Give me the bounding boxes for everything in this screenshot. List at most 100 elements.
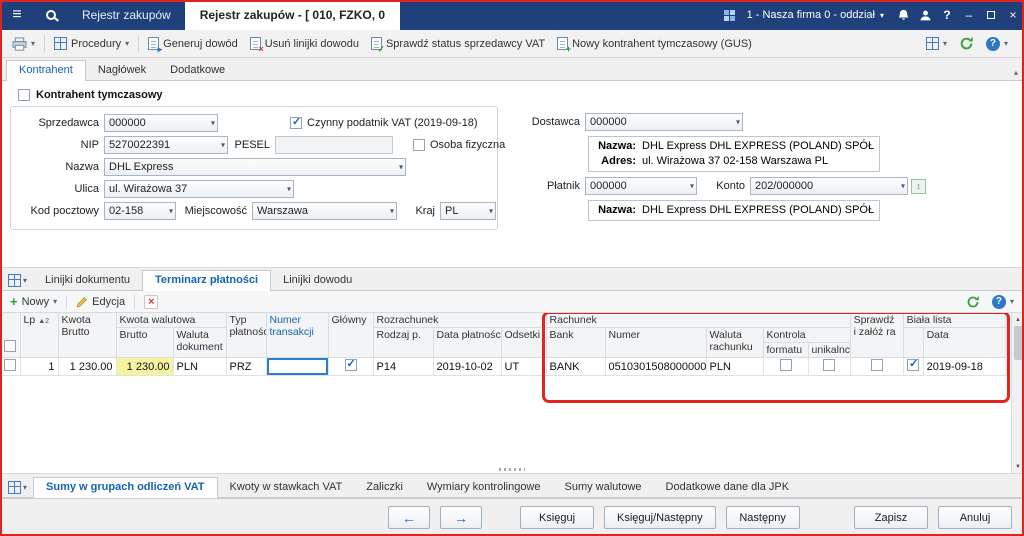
scroll-down-button[interactable]: ▼ [1012,460,1024,473]
row-checkbox[interactable] [3,359,16,371]
col-select-all[interactable] [0,313,21,358]
cell-glowny[interactable] [328,357,374,376]
titlebar-nav-tab[interactable]: Rejestr zakupów [68,0,185,30]
tab-sumy-walutowe[interactable]: Sumy walutowe [553,478,654,497]
delete-row-button[interactable]: × [138,293,164,311]
anuluj-button[interactable]: Anuluj [938,506,1012,529]
user-button[interactable] [914,9,936,22]
scroll-up-button[interactable]: ▲ [1012,313,1024,326]
chevron-down-icon[interactable]: ▾ [23,276,27,285]
ksieguj-button[interactable]: Księguj [520,506,594,529]
col-data-platnosci[interactable]: Data płatności [433,327,502,358]
refresh-grid-icon[interactable] [966,295,980,309]
zapisz-button[interactable]: Zapisz [854,506,928,529]
previous-record-button[interactable]: ← [388,506,430,529]
procedures-button[interactable]: Procedury ▾ [48,34,135,53]
col-kw-brutto[interactable]: Brutto [116,327,174,358]
tab-linijki-dowodu[interactable]: Linijki dowodu [271,271,364,290]
supplier-select[interactable]: 000000 ▾ [585,113,743,131]
ksieguj-nastepny-button[interactable]: Księguj/Następny [604,506,716,529]
search-button[interactable] [34,0,68,30]
cell-kw-brutto[interactable]: 1 230.00 [116,357,174,376]
tab-dodatkowe[interactable]: Dodatkowe [158,61,237,80]
vertical-scrollbar[interactable]: ▲ ▼ [1011,313,1024,473]
tab-wymiary-kontrolingowe[interactable]: Wymiary kontrolingowe [415,478,553,497]
colgroup-rachunek[interactable]: Rachunek [546,313,851,328]
col-typ-platnosci[interactable]: Typpłatności [226,313,267,358]
col-kwota-brutto[interactable]: Kwota Brutto [58,313,117,358]
sprawdz-zaloz-checkbox[interactable] [870,359,883,371]
country-select[interactable]: PL ▾ [440,202,496,220]
print-button[interactable]: ▾ [6,34,41,54]
col-lp[interactable]: Lp ▲2 [20,313,59,358]
edit-row-button[interactable]: Edycja [70,294,131,310]
tab-kwoty-stawki-vat[interactable]: Kwoty w stawkach VAT [218,478,355,497]
cell-data-platnosci[interactable]: 2019-10-02 [433,357,502,376]
col-odsetki[interactable]: Odsetki [501,327,547,358]
biala-lista-checkbox[interactable] [907,358,920,371]
table-row[interactable]: 1 1 230.00 1 230.00 PLN PRZ P14 2019-10-… [0,357,1007,376]
nip-select[interactable]: 5270022391 ▾ [104,136,228,154]
select-all-checkbox[interactable] [3,340,16,352]
next-record-button[interactable]: → [440,506,482,529]
col-rodzaj-p[interactable]: Rodzaj p. [373,327,434,358]
delete-proof-lines-button[interactable]: × Usuń linijki dowodu [244,34,365,54]
tab-naglowek[interactable]: Nagłówek [86,61,158,80]
colgroup-rozrachunek[interactable]: Rozrachunek [373,313,547,328]
maximize-button[interactable] [980,11,1002,19]
tab-kontrahent[interactable]: Kontrahent [6,60,86,81]
check-vat-status-button[interactable]: ✓ Sprawdź status sprzedawcy VAT [365,34,551,54]
name-select[interactable]: DHL Express ▾ [104,158,406,176]
help-grid-button[interactable]: ? ▾ [986,293,1020,311]
street-select[interactable]: ul. Wirażowa 37 ▾ [104,180,294,198]
glowny-checkbox[interactable] [344,358,357,371]
natural-person-checkbox[interactable] [413,139,425,151]
tab-sumy-grupy-vat[interactable]: Sumy w grupach odliczeń VAT [33,477,218,498]
collapse-ribbon-button[interactable]: ▴ [1014,68,1018,77]
splitter-handle[interactable] [499,468,525,471]
col-biala-lista-check[interactable] [903,327,924,358]
help-menu-button[interactable]: ? ▾ [980,34,1014,54]
kontrola-unikalnosci-checkbox[interactable] [823,359,836,371]
new-row-button[interactable]: + Nowy ▾ [4,293,63,310]
city-select[interactable]: Warszawa ▾ [252,202,397,220]
col-glowny[interactable]: Główny [328,313,374,358]
col-waluta-dokumentu[interactable]: Waluta dokument [173,327,227,358]
account-lookup-icon[interactable]: ↕ [911,178,926,194]
cell-kontrola-unikalnosci[interactable] [808,357,851,376]
cell-rodzaj-p[interactable]: P14 [373,357,434,376]
chevron-down-icon[interactable]: ▾ [23,483,27,492]
colgroup-kontrola[interactable]: Kontrola [763,327,851,343]
nastepny-button[interactable]: Następny [725,506,800,529]
payer-select[interactable]: 000000 ▾ [585,177,697,195]
colgroup-biala-lista[interactable]: Biała lista [903,313,1007,328]
col-kontrola-unikalnosci[interactable]: unikalnc [808,342,851,358]
seller-select[interactable]: 000000 ▾ [104,114,218,132]
cell-odsetki[interactable]: UT [501,357,547,376]
cell-lp[interactable]: 1 [20,357,59,376]
grid-view-icon[interactable] [8,274,21,287]
generate-proof-button[interactable]: ▸ Generuj dowód [142,34,244,54]
temp-contractor-checkbox[interactable] [18,89,30,101]
col-kontrola-formatu[interactable]: formatu [763,342,809,358]
colgroup-kwota-walutowa[interactable]: Kwota walutowa [116,313,227,328]
minimize-button[interactable]: – [958,8,980,22]
col-numer-transakcji[interactable]: Numer transakcji [266,313,329,358]
help-button[interactable]: ? [936,8,958,22]
col-sprawdz-zaloz[interactable]: Sprawdź i załóż ra [850,313,904,358]
kontrola-formatu-checkbox[interactable] [779,359,792,371]
menu-button[interactable]: ≡ [0,0,34,30]
notifications-button[interactable] [892,9,914,22]
vat-active-checkbox[interactable] [290,116,302,129]
close-button[interactable]: × [1002,8,1024,22]
col-biala-lista-data[interactable]: Data [923,327,1007,358]
grid-layout-button[interactable]: ▾ [920,34,953,53]
cell-typ-platnosci[interactable]: PRZ [226,357,267,376]
cell-kontrola-formatu[interactable] [763,357,809,376]
cell-numer-rachunku[interactable]: 05103015080000000 [605,357,707,376]
cell-waluta-dokumentu[interactable]: PLN [173,357,227,376]
col-waluta-rachunku[interactable]: Waluta rachunku [706,327,764,358]
refresh-icon[interactable] [959,36,974,51]
tab-terminarz-platnosci[interactable]: Terminarz płatności [142,270,272,291]
titlebar-active-tab[interactable]: Rejestr zakupów - [ 010, FZKO, 0 [184,0,401,30]
